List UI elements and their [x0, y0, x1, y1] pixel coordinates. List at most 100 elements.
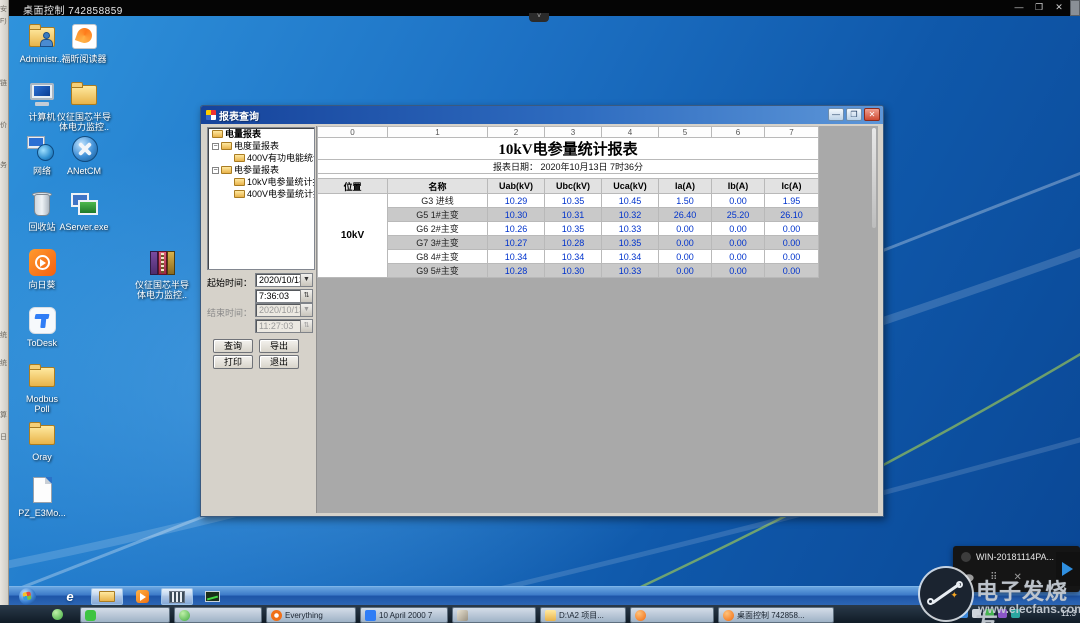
maximize-button[interactable]: ❐	[1032, 2, 1046, 14]
tray-icon[interactable]	[959, 609, 968, 618]
collapse-icon[interactable]: −	[212, 167, 219, 174]
sliver-text: 务	[0, 162, 7, 169]
desktop-icon-anetcm[interactable]: ANetCM	[55, 134, 113, 176]
spinner-updown-icon[interactable]: ⇅	[300, 290, 312, 302]
table-row: G5 1#主变 10.30 10.31 10.32 26.40 25.20 26.10	[318, 207, 819, 222]
winrar-icon	[145, 248, 179, 278]
system-tray[interactable]	[933, 609, 1020, 618]
export-button[interactable]: 导出	[259, 339, 299, 353]
host-task-folder[interactable]: D:\A2 项目...	[540, 607, 626, 623]
taskbar-ie-button[interactable]: e	[57, 588, 83, 605]
column-number-row: 01234567	[317, 126, 819, 138]
report-minimize-button[interactable]: —	[828, 108, 844, 121]
clock[interactable]: 11:3	[1061, 609, 1076, 618]
report-table: 01234567 10kV电参量统计报表 报表日期： 2020年10月13日 7…	[317, 126, 819, 278]
taskbar-mediaplayer-button[interactable]	[129, 588, 155, 605]
query-button[interactable]: 查询	[213, 339, 253, 353]
tray-icon[interactable]	[972, 609, 981, 618]
desktop-icon-modbus-poll[interactable]: Modbus Poll	[13, 362, 71, 414]
desktop-icon-pz-e3mo-doc[interactable]: PZ_E3Mo...	[13, 476, 71, 518]
end-time-spinner: 11:27:03 ⇅	[255, 319, 313, 333]
chevron-down-icon[interactable]: ▼	[300, 274, 312, 286]
taskbar-report-app-button[interactable]	[161, 588, 193, 605]
exit-button[interactable]: 退出	[259, 355, 299, 369]
report-close-button[interactable]: ✕	[864, 108, 880, 121]
txt-file-icon	[365, 609, 376, 621]
sunlogin-icon	[25, 248, 59, 278]
print-button[interactable]: 打印	[213, 355, 253, 369]
report-window-titlebar[interactable]: 报表查询	[201, 106, 883, 124]
table-header-row: 位置 名称 Uab(kV) Ubc(kV) Uca(kV) Ia(A) Ib(A) Ic(A)	[317, 178, 819, 194]
desktop-icon-foxit-reader[interactable]: 福昕阅读器	[55, 22, 113, 64]
tray-icon[interactable]	[1011, 609, 1020, 618]
host-task-txt-window[interactable]: 10 April 2000 7	[360, 607, 448, 623]
host-task-green-doc[interactable]	[174, 607, 262, 623]
report-tree-panel: 电量报表 −电度量报表 400V有功电能统计报表 −电参量报表 10kV电参量统…	[207, 127, 315, 270]
folder-icon	[221, 142, 232, 150]
host-task-sunlogin[interactable]	[630, 607, 714, 623]
tray-icon[interactable]	[998, 609, 1007, 618]
pencil-icon	[457, 609, 468, 621]
sliver-text: 算	[0, 412, 7, 419]
side-panel-icon[interactable]	[1070, 0, 1080, 16]
report-query-window: 报表查询 — ❐ ✕ 电量报表 −电度量报表 400V有功电能统计报表 −电参量…	[200, 105, 884, 517]
table-row: G6 2#主变 10.26 10.35 10.33 0.00 0.00 0.00	[318, 221, 819, 236]
taskbar-monitor-app-button[interactable]	[199, 588, 225, 605]
sliver-text: 统	[0, 332, 7, 339]
start-time-spinner[interactable]: 7:36:03 ⇅	[255, 289, 313, 303]
sliver-text: 安	[0, 6, 7, 13]
table-row: G8 4#主变 10.34 10.34 10.34 0.00 0.00 0.00	[318, 249, 819, 264]
media-player-icon	[135, 590, 149, 603]
network-icon	[25, 134, 59, 164]
report-table-area: 01234567 10kV电参量统计报表 报表日期： 2020年10月13日 7…	[316, 126, 878, 513]
tray-icon[interactable]	[985, 609, 994, 618]
green-app-icon[interactable]	[52, 609, 63, 620]
tree-item-400v-energy[interactable]: 400V有功电能统计报表	[208, 152, 314, 164]
desktop-icon-sunlogin[interactable]: 向日葵	[13, 248, 71, 290]
toolbar-chevron-tab[interactable]: ˅	[529, 13, 549, 22]
chat-icon[interactable]: 🗩	[963, 572, 974, 589]
desktop-icon-winrar-archive[interactable]: 仪征国芯半导 体电力监控..	[133, 248, 191, 300]
taskbar-explorer-button[interactable]	[91, 588, 123, 605]
sunlogin-gear-icon	[635, 609, 646, 621]
tray-icon[interactable]	[946, 609, 955, 618]
start-button[interactable]	[19, 588, 36, 605]
table-row: 10kV G3 进线 10.29 10.35 10.45 1.50 0.00 1.95	[317, 193, 819, 278]
screen: 安 F) 链 价 务 统 统 日 算 桌面控制 742858859 — ❐ ✕ …	[0, 0, 1080, 623]
tray-icon[interactable]	[933, 609, 942, 618]
avatar	[961, 552, 971, 562]
recycle-bin-icon	[25, 190, 59, 220]
desktop-icon-aserver[interactable]: AServer.exe	[55, 190, 113, 232]
folder-icon	[25, 420, 59, 450]
collapse-icon[interactable]: −	[212, 143, 219, 150]
report-window-title: 报表查询	[219, 111, 259, 123]
close-icon[interactable]: ✕	[1013, 572, 1021, 589]
host-task-everything[interactable]: Everything	[266, 607, 356, 623]
sliver-text: 链	[0, 80, 7, 87]
sliver-text: 统	[0, 360, 7, 367]
tree-item-param-reports[interactable]: − 电参量报表	[208, 164, 314, 176]
remote-taskbar: e	[9, 586, 1080, 605]
desktop-icon-yizheng-folder[interactable]: 仪征国芯半导 体电力监控..	[55, 80, 113, 132]
table-scrollbar[interactable]	[872, 128, 876, 228]
report-maximize-button[interactable]: ❐	[846, 108, 862, 121]
desktop-icon-todesk[interactable]: ToDesk	[13, 306, 71, 348]
report-date-line: 报表日期： 2020年10月13日 7时36分	[317, 159, 819, 174]
folder-open-icon	[234, 178, 245, 186]
host-task-desktop-control[interactable]: 桌面控制 742858...	[718, 607, 834, 623]
grid-icon[interactable]: ⠿	[990, 572, 997, 589]
folder-open-icon	[212, 130, 223, 138]
close-button[interactable]: ✕	[1052, 2, 1066, 14]
end-date-combo: 2020/10/13 ▼	[255, 303, 313, 317]
tree-item-degree-reports[interactable]: − 电度量报表	[208, 140, 314, 152]
tree-root-item[interactable]: 电量报表	[208, 128, 314, 140]
tree-item-400v-param[interactable]: 400V电参量统计报表	[208, 188, 314, 200]
minimize-button[interactable]: —	[1012, 2, 1026, 14]
foxit-icon	[67, 22, 101, 52]
tree-item-10kv-param[interactable]: 10kV电参量统计报表	[208, 176, 314, 188]
host-task-wechat[interactable]	[80, 607, 170, 623]
desktop-icon-oray[interactable]: Oray	[13, 420, 71, 462]
host-task-pencil-app[interactable]	[452, 607, 536, 623]
start-date-combo[interactable]: 2020/10/13 ▼	[255, 273, 313, 287]
folder-icon	[99, 591, 115, 602]
